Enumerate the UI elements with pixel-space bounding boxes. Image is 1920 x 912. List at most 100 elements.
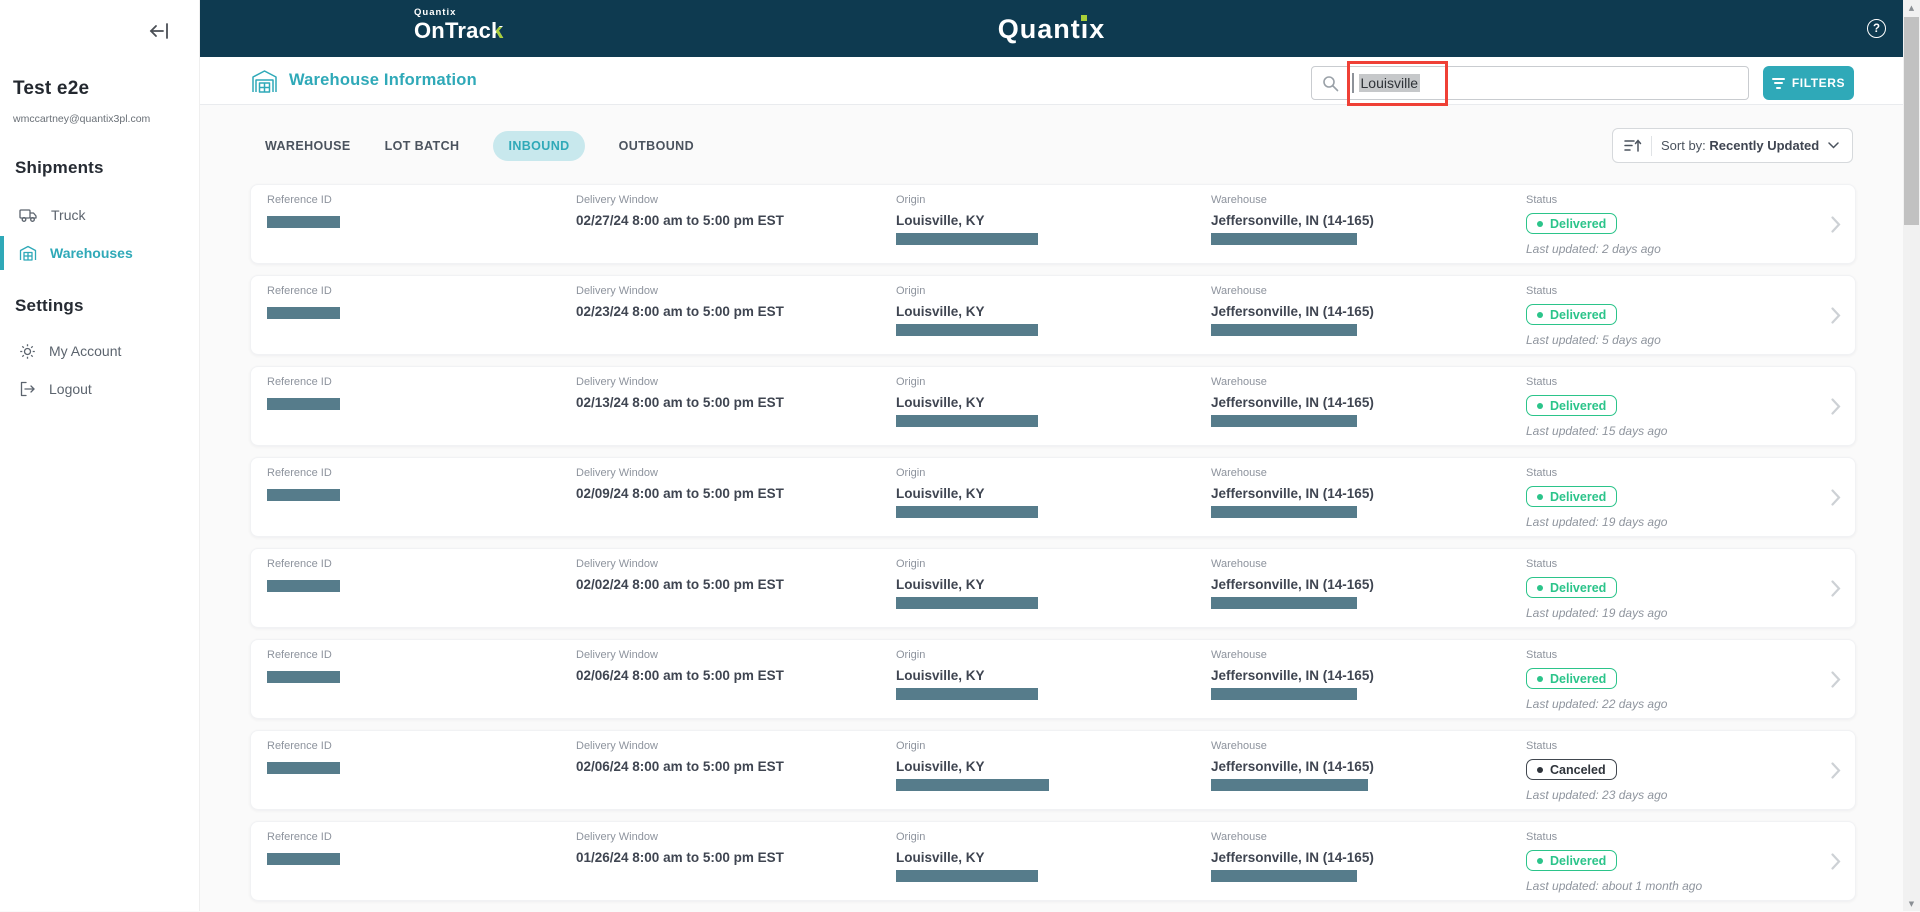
scrollbar-thumb[interactable] bbox=[1904, 17, 1919, 225]
status-label: Status bbox=[1526, 831, 1558, 843]
status-dot-icon bbox=[1537, 311, 1543, 318]
tab-warehouse[interactable]: WAREHOUSE bbox=[265, 131, 351, 161]
shipment-row[interactable]: Reference ID Delivery Window 02/23/24 8:… bbox=[250, 275, 1856, 355]
origin-label: Origin bbox=[896, 558, 926, 570]
sort-icon bbox=[1624, 139, 1642, 152]
scrollbar-up-arrow[interactable]: ▲ bbox=[1903, 0, 1920, 15]
last-updated: Last updated: 19 days ago bbox=[1526, 515, 1668, 529]
app-header: Quantix OnTrack k Quantix ? bbox=[200, 0, 1903, 57]
origin-label: Origin bbox=[896, 740, 926, 752]
delivery-window-value: 02/09/24 8:00 am to 5:00 pm EST bbox=[576, 486, 784, 501]
last-updated: Last updated: 19 days ago bbox=[1526, 606, 1668, 620]
warehouse-label: Warehouse bbox=[1211, 194, 1267, 206]
redacted-origin-detail bbox=[896, 688, 1038, 700]
delivery-window-label: Delivery Window bbox=[576, 194, 658, 206]
redacted-warehouse-detail bbox=[1211, 324, 1357, 336]
search-input[interactable]: Louisville bbox=[1311, 66, 1749, 100]
chevron-right-icon[interactable] bbox=[1831, 307, 1841, 324]
logo-i-dot bbox=[1079, 13, 1090, 23]
shipment-row[interactable]: Reference ID Delivery Window 02/09/24 8:… bbox=[250, 457, 1856, 537]
warehouse-value: Jeffersonville, IN (14-165) bbox=[1211, 486, 1374, 501]
status-dot-icon bbox=[1537, 584, 1543, 591]
sidebar-item-logout[interactable]: Logout bbox=[0, 370, 200, 408]
status-badge: Canceled bbox=[1526, 759, 1617, 780]
delivery-window-value: 02/02/24 8:00 am to 5:00 pm EST bbox=[576, 577, 784, 592]
status-dot-icon bbox=[1537, 493, 1543, 500]
delivery-window-value: 02/13/24 8:00 am to 5:00 pm EST bbox=[576, 395, 784, 410]
tab-outbound[interactable]: OUTBOUND bbox=[619, 131, 694, 161]
shipment-row[interactable]: Reference ID Delivery Window 02/27/24 8:… bbox=[250, 184, 1856, 264]
active-indicator bbox=[0, 236, 4, 270]
redacted-origin-detail bbox=[896, 779, 1049, 791]
filter-icon bbox=[1771, 77, 1785, 89]
tab-inbound[interactable]: INBOUND bbox=[493, 130, 585, 161]
filters-button[interactable]: FILTERS bbox=[1763, 66, 1854, 100]
chevron-down-icon bbox=[1828, 142, 1839, 149]
shipment-row[interactable]: Reference ID Delivery Window 02/06/24 8:… bbox=[250, 730, 1856, 810]
collapse-sidebar-icon[interactable] bbox=[148, 22, 176, 42]
chevron-right-icon[interactable] bbox=[1831, 216, 1841, 233]
chevron-right-icon[interactable] bbox=[1831, 762, 1841, 779]
delivery-window-label: Delivery Window bbox=[576, 558, 658, 570]
last-updated: Last updated: 15 days ago bbox=[1526, 424, 1668, 438]
shipment-row[interactable]: Reference ID Delivery Window 02/02/24 8:… bbox=[250, 548, 1856, 628]
scrollbar-down-arrow[interactable]: ▼ bbox=[1903, 896, 1920, 911]
redacted-reference-id bbox=[267, 398, 340, 410]
text-caret bbox=[1352, 73, 1354, 93]
chevron-right-icon[interactable] bbox=[1831, 398, 1841, 415]
user-name: Test e2e bbox=[13, 78, 90, 99]
search-value-selected: Louisville bbox=[1358, 74, 1421, 92]
origin-value: Louisville, KY bbox=[896, 850, 985, 865]
status-badge: Delivered bbox=[1526, 395, 1618, 416]
status-label: Status bbox=[1526, 649, 1558, 661]
sidebar-item-warehouses[interactable]: Warehouses bbox=[0, 234, 200, 272]
chevron-right-icon[interactable] bbox=[1831, 489, 1841, 506]
truck-icon bbox=[19, 208, 37, 222]
redacted-warehouse-detail bbox=[1211, 870, 1357, 882]
search-icon bbox=[1323, 75, 1339, 91]
warehouse-value: Jeffersonville, IN (14-165) bbox=[1211, 850, 1374, 865]
warehouse-label: Warehouse bbox=[1211, 467, 1267, 479]
chevron-right-icon[interactable] bbox=[1831, 853, 1841, 870]
reference-id-label: Reference ID bbox=[267, 194, 332, 206]
warehouse-label: Warehouse bbox=[1211, 558, 1267, 570]
tab-lot-batch[interactable]: LOT BATCH bbox=[385, 131, 460, 161]
sort-dropdown[interactable]: Sort by: Recently Updated bbox=[1612, 128, 1853, 163]
reference-id-label: Reference ID bbox=[267, 558, 332, 570]
redacted-origin-detail bbox=[896, 415, 1038, 427]
origin-value: Louisville, KY bbox=[896, 577, 985, 592]
delivery-window-label: Delivery Window bbox=[576, 376, 658, 388]
warehouse-label: Warehouse bbox=[1211, 740, 1267, 752]
help-icon[interactable]: ? bbox=[1867, 19, 1886, 38]
last-updated: Last updated: 23 days ago bbox=[1526, 788, 1668, 802]
delivery-window-value: 02/27/24 8:00 am to 5:00 pm EST bbox=[576, 213, 784, 228]
chevron-right-icon[interactable] bbox=[1831, 580, 1841, 597]
tabs: WAREHOUSE LOT BATCH INBOUND OUTBOUND bbox=[265, 129, 694, 162]
user-email: wmccartney@quantix3pl.com bbox=[13, 113, 151, 125]
delivery-window-value: 01/26/24 8:00 am to 5:00 pm EST bbox=[576, 850, 784, 865]
warehouse-label: Warehouse bbox=[1211, 831, 1267, 843]
shipment-list: Reference ID Delivery Window 02/27/24 8:… bbox=[250, 184, 1856, 912]
status-dot-icon bbox=[1537, 675, 1543, 682]
delivery-window-label: Delivery Window bbox=[576, 740, 658, 752]
status-dot-icon bbox=[1537, 402, 1543, 409]
redacted-reference-id bbox=[267, 216, 340, 228]
origin-value: Louisville, KY bbox=[896, 486, 985, 501]
shipment-row[interactable]: Reference ID Delivery Window 02/06/24 8:… bbox=[250, 639, 1856, 719]
delivery-window-value: 02/23/24 8:00 am to 5:00 pm EST bbox=[576, 304, 784, 319]
origin-label: Origin bbox=[896, 649, 926, 661]
status-badge: Delivered bbox=[1526, 577, 1618, 598]
origin-value: Louisville, KY bbox=[896, 304, 985, 319]
sidebar-item-truck[interactable]: Truck bbox=[0, 196, 200, 234]
shipment-row[interactable]: Reference ID Delivery Window 01/26/24 8:… bbox=[250, 821, 1856, 901]
redacted-reference-id bbox=[267, 853, 340, 865]
redacted-warehouse-detail bbox=[1211, 779, 1368, 791]
status-badge: Delivered bbox=[1526, 486, 1618, 507]
origin-label: Origin bbox=[896, 376, 926, 388]
shipment-row[interactable]: Reference ID Delivery Window 02/13/24 8:… bbox=[250, 366, 1856, 446]
chevron-right-icon[interactable] bbox=[1831, 671, 1841, 688]
sidebar-item-my-account[interactable]: My Account bbox=[0, 332, 200, 370]
warehouse-value: Jeffersonville, IN (14-165) bbox=[1211, 668, 1374, 683]
warehouse-label: Warehouse bbox=[1211, 376, 1267, 388]
warehouse-label: Warehouse bbox=[1211, 285, 1267, 297]
